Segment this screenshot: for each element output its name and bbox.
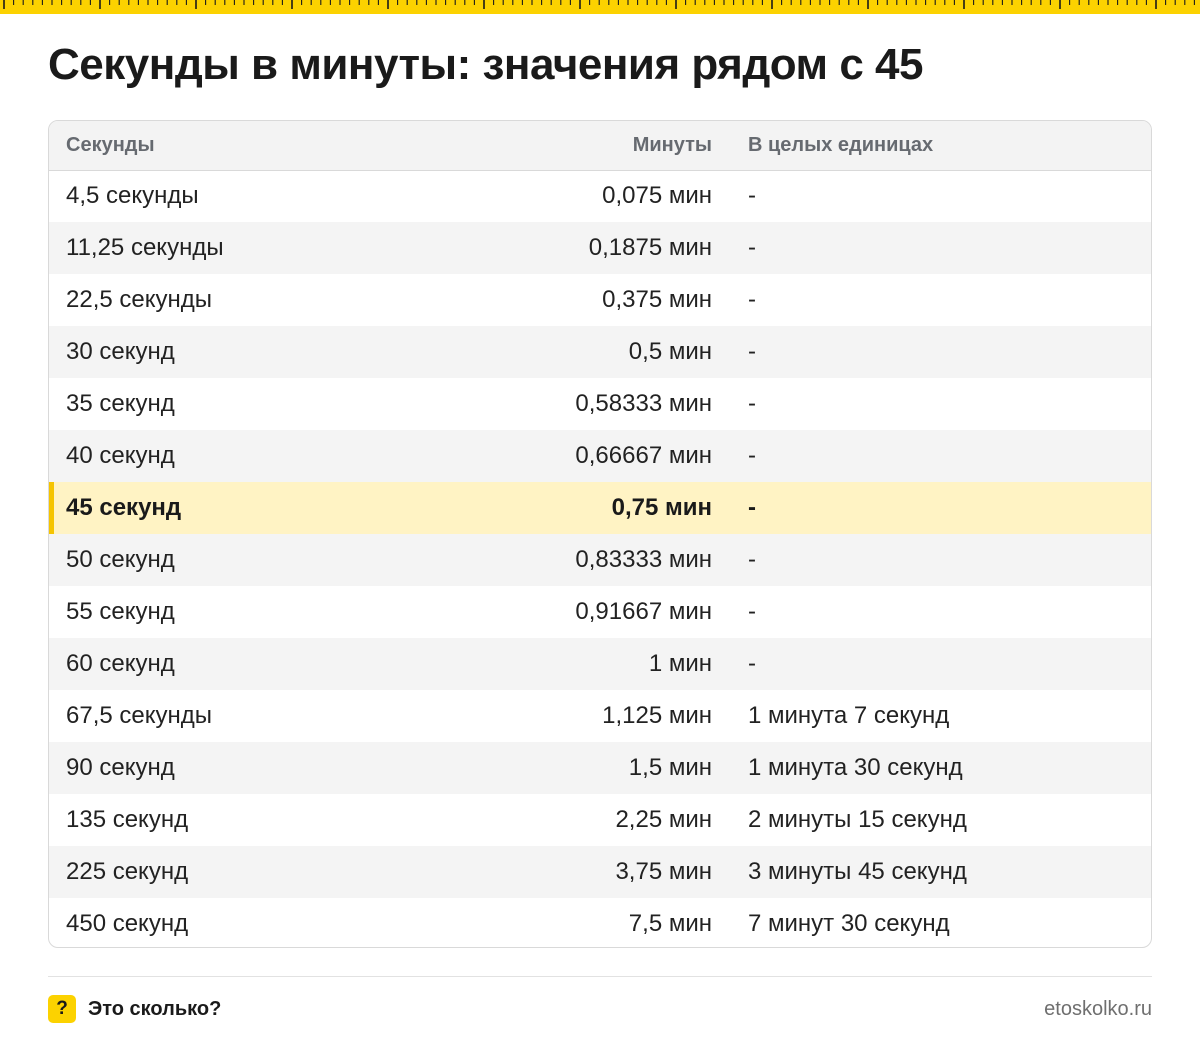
table-row: 90 секунд 1,5 мин 1 минута 30 секунд [49, 742, 1151, 794]
cell-seconds: 67,5 секунды [66, 702, 213, 729]
cell-whole-units: 2 минуты 15 секунд [748, 806, 967, 833]
ruler-ticks [3, 0, 1195, 9]
cell-seconds: 90 секунд [66, 754, 175, 781]
cell-seconds: 450 секунд [66, 910, 189, 937]
cell-whole-units: 7 минут 30 секунд [748, 910, 950, 937]
cell-minutes: 0,5 мин [628, 338, 712, 365]
cell-whole-units: - [748, 598, 756, 625]
conversion-table: Секунды Минуты В целых единицах 4,5 секу… [48, 120, 1152, 948]
cell-seconds: 135 секунд [66, 806, 189, 833]
table-row: 135 секунд 2,25 мин 2 минуты 15 секунд [49, 794, 1151, 846]
site-url: etoskolko.ru [1044, 998, 1152, 1020]
cell-seconds: 30 секунд [66, 338, 175, 365]
table-row: 55 секунд 0,91667 мин - [49, 586, 1151, 638]
table-row: 40 секунд 0,66667 мин - [49, 430, 1151, 482]
table-row: 35 секунд 0,58333 мин - [49, 378, 1151, 430]
cell-seconds: 50 секунд [66, 546, 175, 573]
cell-whole-units: 1 минута 7 секунд [748, 702, 950, 729]
cell-seconds: 55 секунд [66, 598, 175, 625]
cell-whole-units: - [748, 338, 756, 365]
cell-minutes: 0,1875 мин [588, 234, 712, 261]
cell-minutes: 1,125 мин [602, 702, 712, 729]
column-header-minutes: Минуты [439, 121, 729, 171]
table-row: 450 секунд 7,5 мин 7 минут 30 секунд [49, 898, 1151, 947]
cell-seconds: 11,25 секунды [66, 234, 224, 261]
cell-minutes: 2,25 мин [615, 806, 712, 833]
cell-minutes: 7,5 мин [628, 910, 712, 937]
cell-seconds: 45 секунд [49, 482, 439, 534]
cell-minutes: 1,5 мин [628, 754, 712, 781]
table-header-row: Секунды Минуты В целых единицах [49, 121, 1151, 171]
table-row: 225 секунд 3,75 мин 3 минуты 45 секунд [49, 846, 1151, 898]
table-row: 4,5 секунды 0,075 мин - [49, 170, 1151, 222]
cell-minutes: 0,58333 мин [575, 390, 712, 417]
cell-whole-units: 3 минуты 45 секунд [748, 858, 967, 885]
table-row: 11,25 секунды 0,1875 мин - [49, 222, 1151, 274]
cell-whole-units: - [748, 442, 756, 469]
cell-seconds: 35 секунд [66, 390, 175, 417]
cell-whole-units: - [748, 234, 756, 261]
cell-seconds: 4,5 секунды [66, 182, 199, 210]
cell-whole-units: - [748, 286, 756, 313]
cell-whole-units: - [748, 546, 756, 573]
table-row: 22,5 секунды 0,375 мин - [49, 274, 1151, 326]
question-mark-icon: ? [48, 995, 76, 1023]
brand-name: Это сколько? [88, 998, 222, 1020]
cell-minutes: 0,83333 мин [575, 546, 712, 573]
cell-minutes: 0,91667 мин [575, 598, 712, 625]
cell-whole-units: - [748, 182, 756, 210]
table-row: 67,5 секунды 1,125 мин 1 минута 7 секунд [49, 690, 1151, 742]
column-header-seconds: Секунды [49, 121, 439, 171]
cell-whole-units: - [748, 494, 756, 521]
table-row: 50 секунд 0,83333 мин - [49, 534, 1151, 586]
conversion-table-grid: Секунды Минуты В целых единицах 4,5 секу… [49, 121, 1151, 947]
cell-minutes: 0,75 мин [611, 494, 712, 521]
table-row-highlighted: 45 секунд 0,75 мин - [49, 482, 1151, 534]
table-row: 60 секунд 1 мин - [49, 638, 1151, 690]
cell-minutes: 3,75 мин [615, 858, 712, 885]
ruler-top-bar [0, 0, 1200, 14]
column-header-whole-units: В целых единицах [729, 121, 1151, 171]
cell-whole-units: 1 минута 30 секунд [748, 754, 963, 781]
page-title: Секунды в минуты: значения рядом с 45 [48, 40, 923, 89]
cell-minutes: 0,66667 мин [575, 442, 712, 469]
cell-seconds: 22,5 секунды [66, 286, 213, 313]
cell-minutes: 0,075 мин [602, 182, 712, 210]
cell-minutes: 0,375 мин [602, 286, 712, 313]
cell-whole-units: - [748, 650, 756, 677]
cell-seconds: 225 секунд [66, 858, 189, 885]
cell-seconds: 60 секунд [66, 650, 175, 677]
table-row: 30 секунд 0,5 мин - [49, 326, 1151, 378]
footer-divider [48, 976, 1152, 977]
cell-whole-units: - [748, 390, 756, 417]
cell-seconds: 40 секунд [66, 442, 175, 469]
cell-minutes: 1 мин [648, 650, 712, 677]
